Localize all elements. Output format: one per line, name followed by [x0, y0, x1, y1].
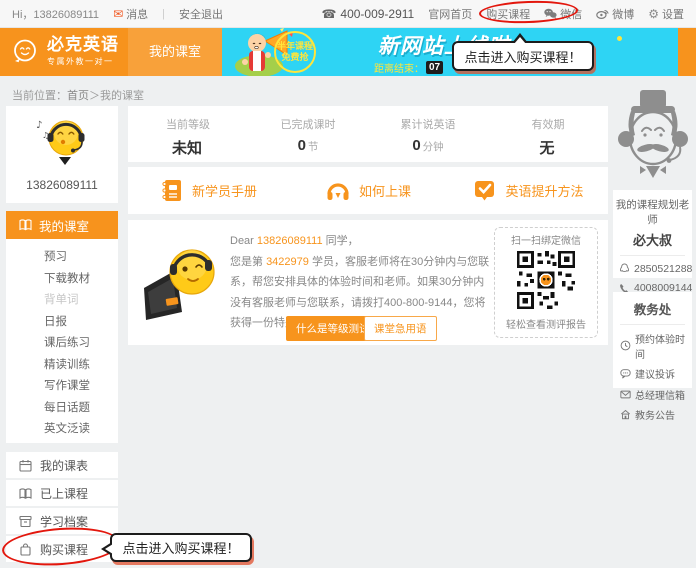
- weibo-icon: [596, 8, 609, 19]
- academic-affairs-panel: 教务处 预约体验时间 建议投诉 总经理信箱 教务公告: [613, 292, 692, 388]
- gear-icon: ⚙: [648, 7, 659, 21]
- hotline-number: ☎ 400-009-2911: [321, 7, 414, 21]
- welcome-panel: Dear 13826089111 同学， 您是第 3422979 学员，客服老师…: [128, 220, 608, 345]
- logo-title: 必克英语: [47, 36, 119, 54]
- headphones-icon: [325, 178, 351, 203]
- banner-countdown: 距离结束： 07: [374, 60, 443, 75]
- qr-code: [515, 249, 577, 316]
- smiley-logo-icon: [10, 37, 40, 67]
- sidebar-item-extensive-reading[interactable]: 英文泛读: [6, 419, 118, 441]
- sidebar-item-daily-topic[interactable]: 每日话题: [6, 398, 118, 420]
- phone-icon: ☎: [321, 7, 336, 21]
- home-link[interactable]: 官网首页: [428, 6, 472, 22]
- promo-banner[interactable]: 半年课程 免费抢 新网站上线啦 距离结束： 07 ~: [222, 28, 678, 76]
- advisor-role: 我的课程规划老师: [613, 190, 692, 227]
- tooltip-buy-course-top: 点击进入购买课程！: [452, 41, 594, 71]
- welcome-student-number: 3422979: [266, 256, 309, 268]
- tooltip-buy-course-bottom: 点击进入购买课程！: [110, 533, 252, 562]
- sidebar-item-preview[interactable]: 预习: [6, 247, 118, 269]
- quicklinks-panel: 新学员手册 如何上课 英语提升方法: [128, 167, 608, 214]
- svg-text:♪: ♪: [36, 120, 42, 131]
- page: Hi，13826089111 ✉ 消息 | 安全退出 ☎ 400-009-291…: [0, 0, 696, 568]
- archive-folder-icon: [19, 515, 32, 528]
- qq-icon: [619, 263, 630, 275]
- settings-link[interactable]: ⚙ 设置: [648, 6, 684, 22]
- breadcrumb-home-link[interactable]: 首页: [67, 90, 89, 102]
- laptop-emoji-illustration: [136, 236, 228, 331]
- building-icon: [620, 409, 631, 420]
- user-avatar: ♪ ♫: [30, 112, 94, 175]
- affairs-title: 教务处: [613, 292, 692, 318]
- checkmark-icon: [472, 178, 497, 203]
- affairs-item-gm-mailbox[interactable]: 总经理信箱: [613, 387, 692, 402]
- quicklink-how-to-attend[interactable]: 如何上课: [288, 167, 448, 214]
- advisor-mascot: [612, 86, 694, 193]
- advisor-panel: 我的课程规划老师 必大叔 2850521288 4008009144: [613, 190, 692, 278]
- sidebar-submenu: 预习 下载教材 背单词 日报 课后练习 精读训练 写作课堂 每日话题 英文泛读: [6, 239, 118, 443]
- sidebar-item-exercises[interactable]: 课后练习: [6, 333, 118, 355]
- tab-my-classroom[interactable]: 我的课室: [128, 28, 222, 76]
- banner-badge: 半年课程 免费抢: [274, 31, 316, 73]
- affairs-item-announcements[interactable]: 教务公告: [613, 407, 692, 422]
- welcome-student-phone: 13826089111: [257, 235, 323, 247]
- stats-panel: 当前等级 未知 已完成课时 0节 累计说英语 0分钟 有效期 无: [128, 106, 608, 162]
- banner-dot: [617, 36, 622, 41]
- wechat-qr-panel: 扫一扫绑定微信: [494, 227, 598, 338]
- calendar-icon: [19, 459, 32, 472]
- profile-card: ♪ ♫ 13826089111: [6, 106, 118, 203]
- user-greeting: Hi，13826089111: [12, 6, 99, 22]
- notebook-icon: [159, 178, 184, 203]
- sidebar-item-vocabulary[interactable]: 背单词: [6, 290, 118, 312]
- sidebar-item-daily-report[interactable]: 日报: [6, 312, 118, 334]
- open-book-icon: [19, 487, 32, 500]
- sidebar-username: 13826089111: [6, 178, 118, 192]
- divider: [620, 255, 685, 256]
- affairs-item-book-trial[interactable]: 预约体验时间: [613, 331, 692, 361]
- chat-bubble-icon: [620, 368, 631, 379]
- divider: [620, 324, 685, 325]
- qr-bottom-label: 轻松查看测评报告: [495, 316, 597, 331]
- breadcrumb-separator: ＞: [89, 90, 100, 102]
- advisor-qq[interactable]: 2850521288: [613, 263, 692, 275]
- weibo-link[interactable]: 微博: [596, 6, 634, 22]
- advisor-name: 必大叔: [613, 230, 692, 249]
- book-icon: [19, 219, 32, 231]
- quicklink-student-handbook[interactable]: 新学员手册: [128, 167, 288, 214]
- breadcrumb: 当前位置：首页＞我的课室: [12, 87, 144, 103]
- affairs-item-suggestions[interactable]: 建议投诉: [613, 366, 692, 381]
- logo-subtitle: 专属外教一对一: [47, 56, 119, 67]
- sidebar-item-download-materials[interactable]: 下载教材: [6, 269, 118, 291]
- classroom-phrases-button[interactable]: 课堂急用语: [364, 316, 437, 341]
- envelope-icon: ✉: [113, 7, 123, 21]
- messages-link[interactable]: ✉ 消息: [113, 6, 148, 22]
- logo-text: 必克英语 专属外教一对一: [47, 36, 119, 67]
- logo[interactable]: 必克英语 专属外教一对一: [10, 36, 119, 67]
- breadcrumb-current: 我的课室: [100, 90, 144, 102]
- sidebar-item-my-schedule[interactable]: 我的课表: [6, 452, 118, 478]
- clock-icon: [620, 340, 631, 351]
- sidebar-item-writing-class[interactable]: 写作课堂: [6, 376, 118, 398]
- quicklink-improvement-methods[interactable]: 英语提升方法: [448, 167, 608, 214]
- stat-speaking-minutes: 累计说英语 0分钟: [368, 106, 488, 162]
- countdown-value: 07: [426, 61, 443, 74]
- topbar: Hi，13826089111 ✉ 消息 | 安全退出 ☎ 400-009-291…: [0, 0, 696, 28]
- topbar-divider: |: [162, 8, 165, 20]
- qr-top-label: 扫一扫绑定微信: [495, 232, 597, 247]
- sidebar-menu-my-classroom[interactable]: 我的课室: [6, 211, 118, 239]
- sidebar-item-intensive-reading[interactable]: 精读训练: [6, 355, 118, 377]
- sidebar-item-completed-courses[interactable]: 已上课程: [6, 480, 118, 506]
- stat-current-level: 当前等级 未知: [128, 106, 248, 162]
- stat-completed-lessons: 已完成课时 0节: [248, 106, 368, 162]
- breadcrumb-prefix: 当前位置：: [12, 90, 67, 102]
- logout-link[interactable]: 安全退出: [179, 6, 223, 22]
- mail-icon: [620, 389, 631, 400]
- stat-validity: 有效期 无: [488, 106, 608, 162]
